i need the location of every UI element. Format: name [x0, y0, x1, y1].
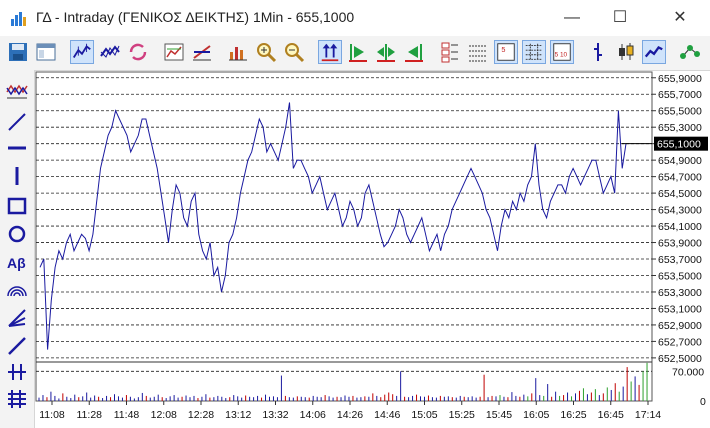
time-tick-label: 16:45: [598, 409, 624, 421]
time-tick-label: 13:32: [262, 409, 288, 421]
price-tick-label: 654,1000: [658, 221, 702, 233]
price-tick-label: 654,3000: [658, 205, 702, 217]
time-tick-label: 12:08: [151, 409, 177, 421]
price-tick-label: 654,5000: [658, 188, 702, 200]
price-chart[interactable]: 655,9000 655,7000 655,5000 655,3000 655,1000…: [0, 0, 710, 428]
time-tick-label: 16:25: [560, 409, 586, 421]
price-tick-label: 652,9000: [658, 320, 702, 332]
price-tick-label: 653,9000: [658, 238, 702, 250]
price-tick-label: 654,7000: [658, 172, 702, 184]
price-tick-label: 655,7000: [658, 89, 702, 101]
time-tick-label: 17:14: [635, 409, 661, 421]
volume-tick-label: 0: [700, 396, 706, 408]
price-tick-label: 653,1000: [658, 303, 702, 315]
price-tick-label: 655,3000: [658, 122, 702, 134]
plot-frame: [35, 71, 653, 402]
time-tick-label: 14:06: [300, 409, 326, 421]
price-tick-label: 654,9000: [658, 155, 702, 167]
price-tick-label: 653,7000: [658, 254, 702, 266]
time-tick-label: 11:08: [39, 409, 65, 421]
time-tick-label: 11:48: [114, 409, 140, 421]
time-tick-label: 14:46: [374, 409, 400, 421]
price-tick-label: 652,7000: [658, 336, 702, 348]
price-tick-label: 653,5000: [658, 270, 702, 282]
current-value-label: 655,1000: [657, 139, 701, 151]
price-tick-label: 655,5000: [658, 106, 702, 118]
time-tick-label: 11:28: [77, 409, 103, 421]
time-tick-label: 15:25: [449, 409, 475, 421]
time-tick-label: 15:05: [411, 409, 437, 421]
time-tick-label: 16:05: [523, 409, 549, 421]
volume-tick-label: 70.000: [672, 366, 704, 378]
price-tick-label: 652,5000: [658, 353, 702, 365]
grid-lines: [35, 71, 653, 402]
time-tick-label: 13:12: [225, 409, 251, 421]
price-tick-label: 655,9000: [658, 73, 702, 85]
price-tick-label: 653,3000: [658, 287, 702, 299]
time-tick-label: 12:28: [188, 409, 214, 421]
time-tick-label: 14:26: [337, 409, 363, 421]
time-tick-label: 15:45: [486, 409, 512, 421]
